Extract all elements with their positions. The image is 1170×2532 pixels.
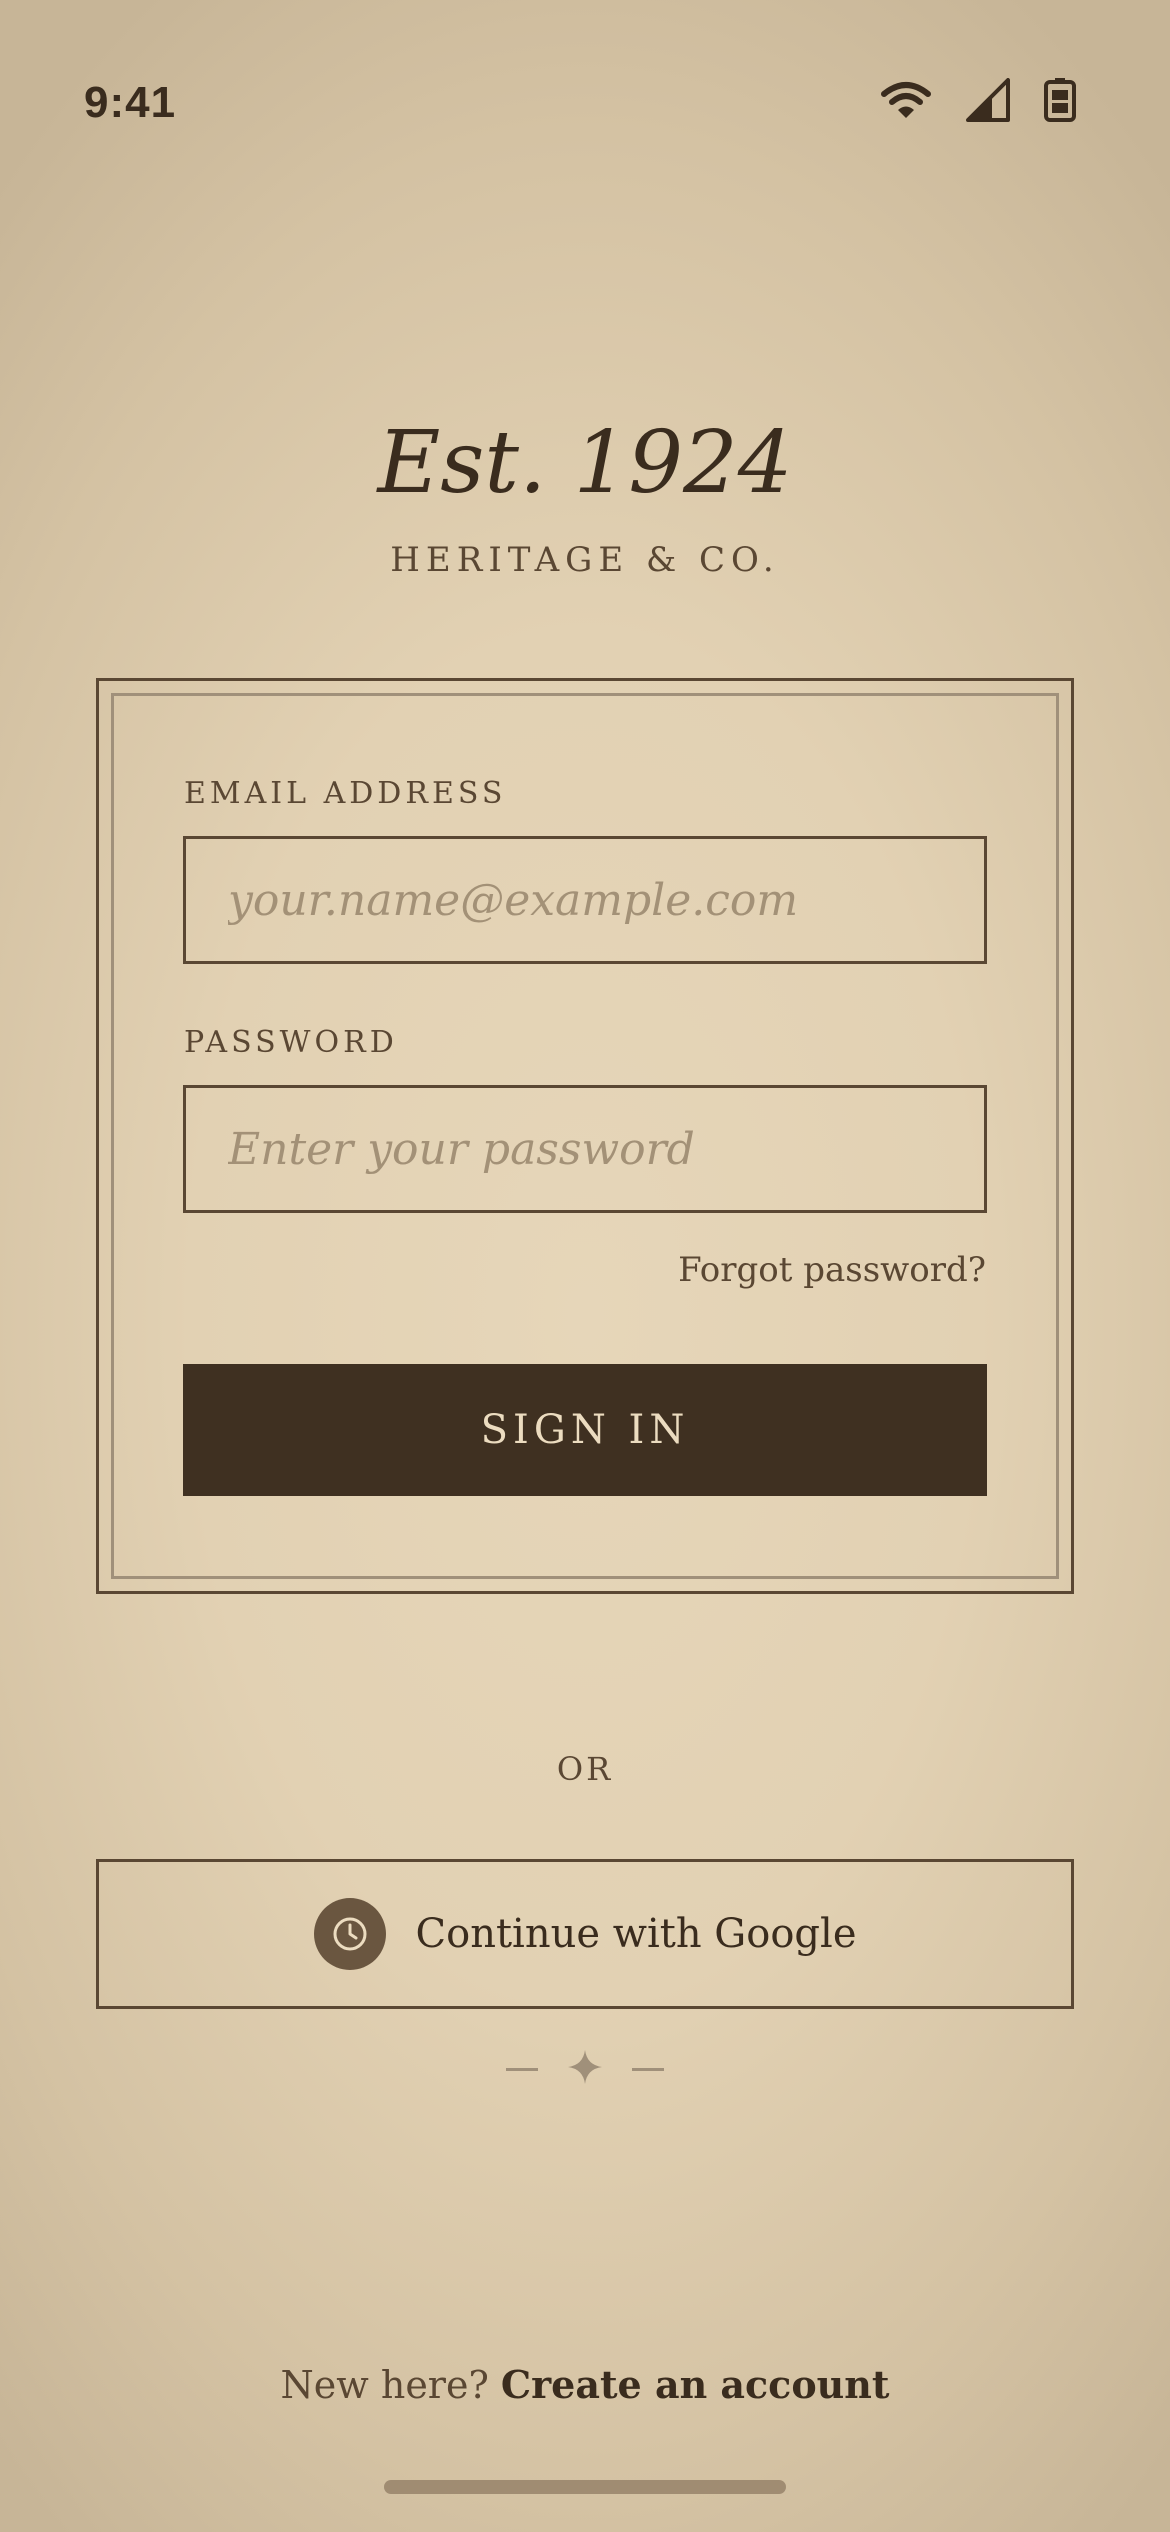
status-icons — [880, 78, 1076, 122]
continue-with-google-button[interactable]: Continue with Google — [96, 1859, 1074, 2009]
google-button-label: Continue with Google — [415, 1911, 857, 1957]
create-account-link[interactable]: Create an account — [501, 2362, 890, 2407]
ornament-dash-left — [506, 2067, 538, 2071]
home-indicator[interactable] — [384, 2480, 786, 2494]
ornament-dash-right — [632, 2067, 664, 2071]
signup-prompt: New here? Create an account — [0, 2362, 1170, 2407]
status-time: 9:41 — [84, 78, 177, 127]
brand-title: Est. 1924 — [377, 413, 793, 513]
or-divider: OR — [556, 1750, 614, 1788]
wifi-icon — [880, 80, 932, 120]
signup-prompt-text: New here? — [280, 2363, 501, 2407]
clock-icon — [313, 1898, 386, 1970]
brand-subtitle: HERITAGE & CO. — [390, 540, 780, 580]
battery-icon — [1044, 78, 1076, 122]
sign-in-button[interactable]: SIGN IN — [183, 1364, 987, 1496]
email-label: EMAIL ADDRESS — [184, 776, 507, 811]
password-input[interactable] — [183, 1085, 987, 1213]
email-input[interactable] — [183, 836, 987, 964]
ornament-divider — [0, 2050, 1170, 2088]
password-label: PASSWORD — [184, 1025, 398, 1060]
forgot-password-link[interactable]: Forgot password? — [678, 1250, 986, 1290]
four-point-star-icon — [568, 2050, 602, 2088]
cellular-signal-icon — [966, 78, 1010, 122]
